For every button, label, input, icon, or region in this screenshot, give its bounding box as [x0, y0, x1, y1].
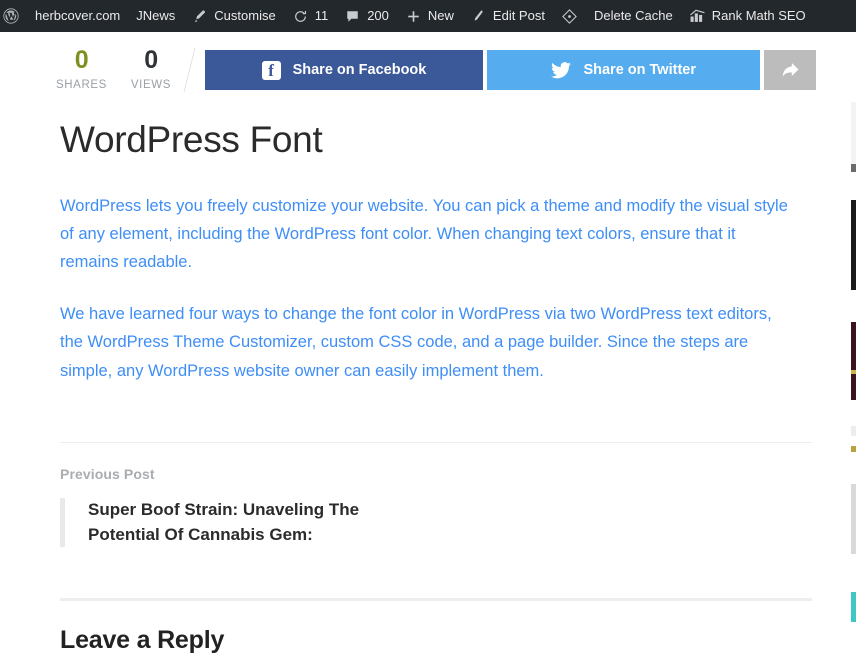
social-share-bar: 0 SHARES 0 VIEWS f Share on Facebook Sha…	[0, 41, 816, 99]
share-counts: 0 SHARES 0 VIEWS	[0, 48, 171, 92]
admin-bar-item-delete-cache[interactable]: Delete Cache	[586, 0, 681, 32]
page-title: WordPress Font	[60, 119, 323, 160]
comments-count: 200	[367, 8, 389, 23]
admin-bar-item-rank-math[interactable]: Rank Math SEO	[681, 0, 814, 32]
site-name-label: herbcover.com	[35, 8, 121, 23]
previous-post-title: Super Boof Strain: Unaveling The Potenti…	[88, 500, 360, 544]
admin-bar-item-edit-post[interactable]: Edit Post	[462, 0, 553, 32]
admin-bar-item-cache-icon[interactable]	[553, 0, 586, 32]
admin-bar-item-site-name[interactable]: herbcover.com	[27, 0, 128, 32]
sliver-block-5	[851, 370, 856, 374]
share-on-facebook-label: Share on Facebook	[292, 62, 427, 78]
diamond-cache-icon	[561, 8, 578, 25]
more-share-options-button[interactable]	[764, 50, 816, 90]
views-count-block: 0 VIEWS	[131, 48, 171, 92]
article-paragraph-1: WordPress lets you freely customize your…	[60, 196, 788, 272]
edit-post-label: Edit Post	[492, 8, 545, 23]
share-on-twitter-button[interactable]: Share on Twitter	[487, 50, 761, 90]
shares-count-label: SHARES	[56, 79, 107, 92]
admin-bar-item-wp-logo[interactable]	[0, 0, 27, 32]
share-on-twitter-label: Share on Twitter	[583, 62, 696, 78]
sliver-block-9	[851, 592, 856, 622]
views-count-number: 0	[144, 46, 158, 75]
sliver-block-7	[851, 446, 856, 452]
jnews-label: JNews	[136, 8, 176, 23]
sliver-block-4	[851, 322, 856, 400]
rank-math-label: Rank Math SEO	[711, 8, 806, 23]
pencil-icon	[470, 8, 487, 25]
shares-count-block: 0 SHARES	[56, 48, 107, 92]
customise-label: Customise	[214, 8, 276, 23]
content-divider-top	[60, 442, 812, 443]
sliver-block-6	[851, 426, 856, 436]
previous-post-accent-bar	[60, 498, 65, 548]
comment-bubble-icon	[344, 8, 361, 25]
plus-icon	[405, 8, 422, 25]
article-content: WordPress Font WordPress lets you freely…	[60, 119, 812, 408]
previous-post-link[interactable]: Super Boof Strain: Unaveling The Potenti…	[60, 498, 560, 548]
previous-post-section: Previous Post Super Boof Strain: Unaveli…	[60, 466, 560, 548]
twitter-bird-icon	[551, 61, 572, 79]
share-on-facebook-button[interactable]: f Share on Facebook	[204, 50, 484, 90]
admin-bar-item-jnews[interactable]: JNews	[128, 0, 183, 32]
paintbrush-icon	[191, 8, 208, 25]
delete-cache-label: Delete Cache	[593, 8, 673, 23]
article-paragraph-2: We have learned four ways to change the …	[60, 304, 772, 380]
new-label: New	[427, 8, 454, 23]
admin-bar-item-updates[interactable]: 11	[284, 0, 337, 32]
sliver-block-3	[851, 200, 856, 290]
content-divider-bottom	[60, 598, 812, 601]
sliver-block-2	[851, 164, 856, 172]
views-count-label: VIEWS	[130, 79, 171, 92]
updates-icon	[292, 8, 309, 25]
updates-count: 11	[314, 8, 329, 23]
admin-bar-item-new[interactable]: New	[397, 0, 462, 32]
sliver-block-1	[851, 102, 856, 164]
page-content: 0 SHARES 0 VIEWS f Share on Facebook Sha…	[0, 32, 856, 654]
facebook-icon: f	[261, 60, 281, 80]
admin-bar-item-comments[interactable]: 200	[336, 0, 397, 32]
admin-bar-item-customise[interactable]: Customise	[183, 0, 283, 32]
sliver-block-8	[851, 484, 856, 554]
share-arrow-icon	[780, 61, 801, 80]
wp-admin-bar: herbcover.com JNews Customise 11 200 New…	[0, 0, 856, 32]
previous-post-label: Previous Post	[60, 466, 155, 482]
shares-count-number: 0	[74, 46, 89, 75]
wordpress-logo-icon	[2, 8, 19, 25]
cut-off-sidebar-sliver	[851, 32, 856, 641]
counts-divider	[183, 48, 196, 92]
rank-math-icon	[689, 8, 706, 25]
